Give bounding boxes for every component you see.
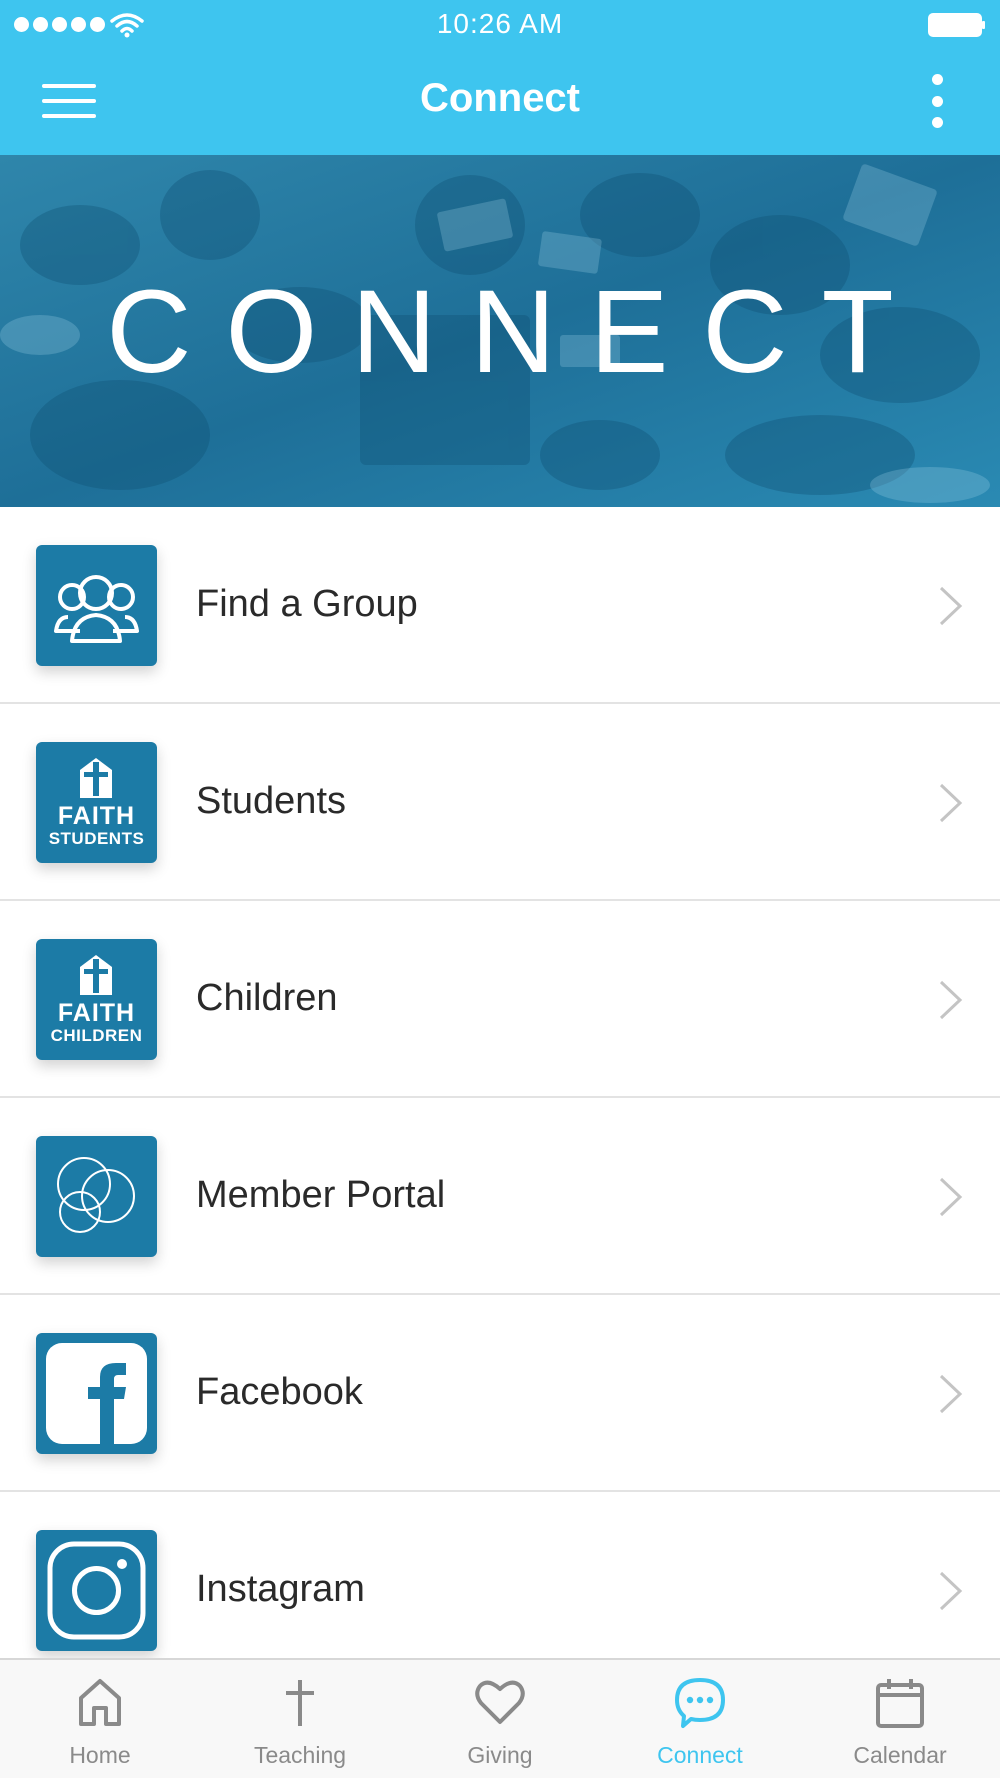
list-item-label: Students bbox=[196, 780, 346, 822]
battery-icon bbox=[928, 13, 985, 37]
tab-bar: Home Teaching Giving Connect Calendar bbox=[0, 1658, 1000, 1778]
tab-home[interactable]: Home bbox=[0, 1660, 200, 1778]
list-item-children[interactable]: FAITH CHILDREN Children bbox=[0, 901, 1000, 1098]
list-item-label: Facebook bbox=[196, 1371, 363, 1413]
app-screen: 10:26 AM Connect CONNECT Find a Group FA… bbox=[0, 0, 1000, 1778]
page-title: Connect bbox=[420, 76, 580, 120]
chevron-right-icon bbox=[939, 783, 963, 823]
top-bar: 10:26 AM Connect bbox=[0, 0, 1000, 155]
tab-teaching[interactable]: Teaching bbox=[200, 1660, 400, 1778]
hamburger-menu-icon[interactable] bbox=[42, 76, 108, 126]
cross-icon bbox=[286, 1680, 314, 1726]
chevron-right-icon bbox=[939, 980, 963, 1020]
faith-students-logo: FAITH STUDENTS bbox=[36, 742, 157, 863]
tab-calendar[interactable]: Calendar bbox=[800, 1660, 1000, 1778]
navigation-bar: Connect bbox=[0, 48, 1000, 155]
list-item-label: Children bbox=[196, 977, 338, 1019]
tab-label: Home bbox=[69, 1742, 131, 1768]
calendar-icon bbox=[876, 1679, 924, 1728]
tab-label: Teaching bbox=[253, 1742, 347, 1768]
tab-label: Connect bbox=[657, 1742, 743, 1768]
tab-connect[interactable]: Connect bbox=[600, 1660, 800, 1778]
faith-children-logo: FAITH CHILDREN bbox=[36, 939, 157, 1060]
hero-banner: CONNECT bbox=[0, 155, 1000, 507]
chevron-right-icon bbox=[939, 586, 963, 626]
facebook-icon bbox=[36, 1333, 157, 1454]
chat-bubble-icon bbox=[675, 1678, 725, 1728]
circles-icon bbox=[36, 1136, 157, 1257]
group-people-icon bbox=[36, 545, 157, 666]
more-vertical-icon[interactable] bbox=[922, 74, 952, 128]
list-item-find-a-group[interactable]: Find a Group bbox=[0, 507, 1000, 704]
tab-label: Calendar bbox=[853, 1742, 947, 1768]
status-time: 10:26 AM bbox=[436, 8, 564, 39]
status-bar: 10:26 AM bbox=[0, 0, 1000, 48]
list-item-label: Find a Group bbox=[196, 583, 418, 625]
chevron-right-icon bbox=[939, 1374, 963, 1414]
list-item-label: Member Portal bbox=[196, 1174, 446, 1216]
list-item-facebook[interactable]: Facebook bbox=[0, 1295, 1000, 1492]
tab-label: Giving bbox=[467, 1742, 533, 1768]
hero-title: CONNECT bbox=[106, 266, 928, 398]
list-item-students[interactable]: FAITH STUDENTS Students bbox=[0, 704, 1000, 901]
list-item-member-portal[interactable]: Member Portal bbox=[0, 1098, 1000, 1295]
heart-icon bbox=[475, 1680, 525, 1724]
chevron-right-icon bbox=[939, 1177, 963, 1217]
home-icon bbox=[79, 1679, 121, 1726]
instagram-icon bbox=[36, 1530, 157, 1651]
menu-list: Find a Group FAITH STUDENTS Students FAI… bbox=[0, 507, 1000, 1689]
tab-giving[interactable]: Giving bbox=[400, 1660, 600, 1778]
list-item-label: Instagram bbox=[196, 1568, 365, 1610]
chevron-right-icon bbox=[939, 1571, 963, 1611]
